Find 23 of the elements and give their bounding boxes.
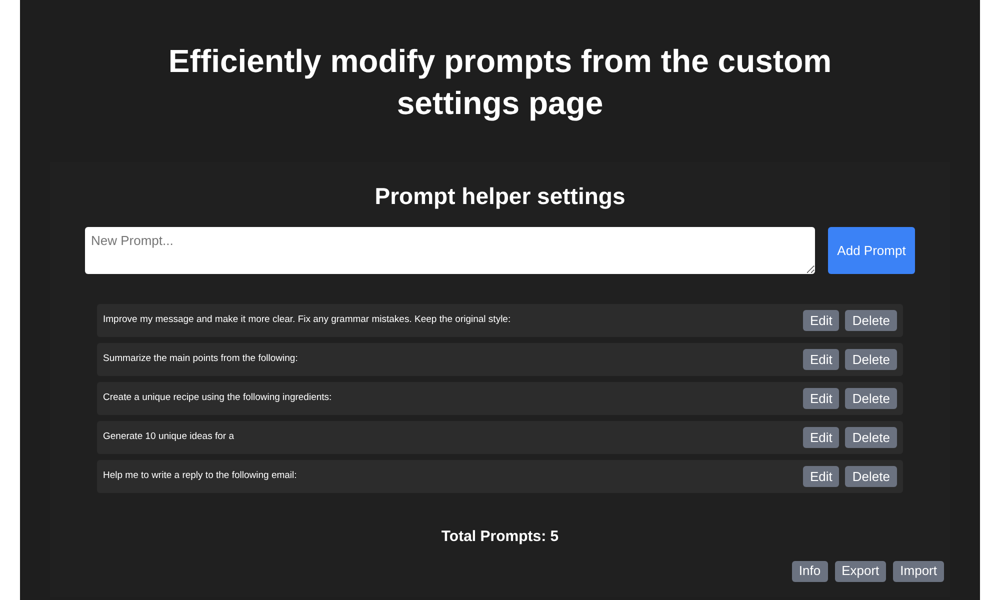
prompt-text: Create a unique recipe using the following ingredients:	[103, 391, 333, 406]
settings-title: Prompt helper settings	[374, 182, 626, 210]
delete-button[interactable]: Delete	[845, 466, 897, 487]
edit-button[interactable]: Edit	[803, 466, 840, 487]
page-title: Efficiently modify prompts from the custom settings page	[167, 42, 833, 123]
edit-button[interactable]: Edit	[803, 310, 840, 331]
delete-button[interactable]: Delete	[845, 388, 897, 409]
export-button[interactable]: Export	[834, 560, 886, 582]
prompt-text: Summarize the main points from the following:	[103, 352, 299, 366]
import-button[interactable]: Import	[893, 560, 944, 582]
total-prompts: Total Prompts: 5	[441, 527, 559, 547]
edit-button[interactable]: Edit	[803, 388, 840, 409]
prompt-text: Improve my message and make it more clear. Fix any grammar mistakes. Keep the original style:	[103, 313, 512, 328]
delete-button[interactable]: Delete	[845, 349, 897, 370]
prompt-text: Generate 10 unique ideas for a	[103, 430, 235, 444]
edit-button[interactable]: Edit	[803, 427, 840, 448]
delete-button[interactable]: Delete	[845, 427, 897, 448]
info-button[interactable]: Info	[792, 560, 828, 582]
delete-button[interactable]: Delete	[845, 310, 897, 331]
new-prompt-field[interactable]: New Prompt...	[85, 227, 815, 274]
edit-button[interactable]: Edit	[803, 349, 840, 370]
add-prompt-button[interactable]: Add Prompt	[828, 227, 915, 274]
prompt-text: Help me to write a reply to the following email:	[103, 469, 298, 484]
